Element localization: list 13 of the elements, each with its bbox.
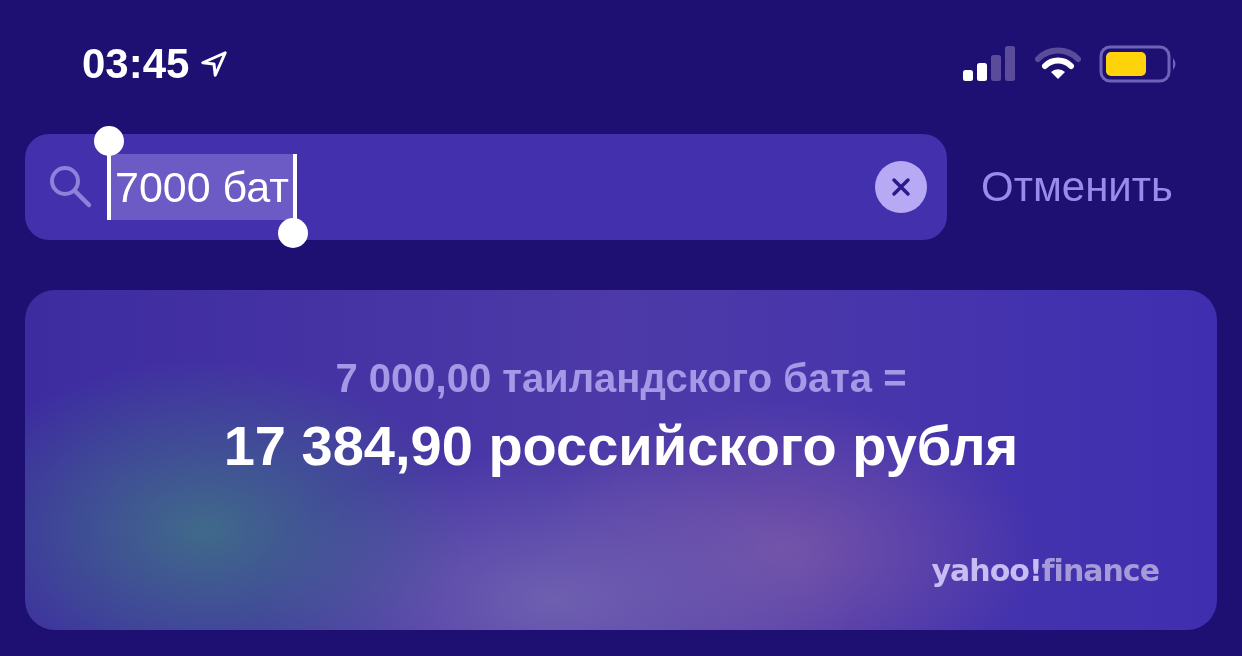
signal-icon bbox=[963, 46, 1017, 82]
selection-handle[interactable] bbox=[94, 126, 124, 156]
source-logo: yahoo!finance bbox=[931, 553, 1159, 588]
conversion-query: 7 000,00 таиландского бата = bbox=[335, 356, 907, 401]
conversion-result: 17 384,90 российского рубля bbox=[223, 413, 1019, 478]
cancel-button[interactable]: Отменить bbox=[981, 163, 1173, 211]
clear-button[interactable] bbox=[875, 161, 927, 213]
location-arrow-icon bbox=[199, 49, 230, 79]
close-icon bbox=[890, 176, 912, 198]
selection-handle[interactable] bbox=[278, 218, 308, 248]
status-time: 03:45 bbox=[82, 40, 190, 88]
wifi-icon bbox=[1035, 47, 1081, 81]
search-field[interactable]: 7000 бат bbox=[25, 134, 947, 240]
